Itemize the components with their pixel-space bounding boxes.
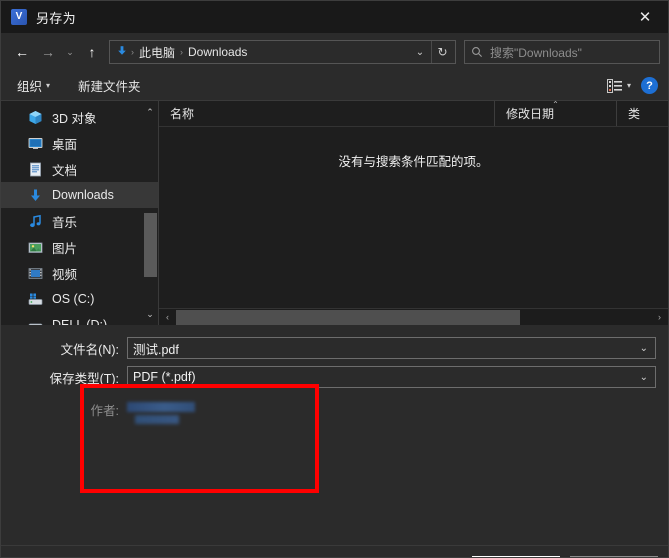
scroll-left-icon[interactable]: ‹ bbox=[159, 309, 176, 326]
sidebar-scrollbar-thumb[interactable] bbox=[144, 213, 157, 277]
organize-button[interactable]: 组织 ▾ bbox=[11, 74, 56, 97]
sidebar-item-desktop[interactable]: 桌面 bbox=[1, 130, 158, 156]
new-folder-button[interactable]: 新建文件夹 bbox=[72, 74, 147, 97]
scroll-right-icon[interactable]: › bbox=[651, 309, 668, 326]
filename-label: 文件名(N): bbox=[60, 342, 119, 357]
sidebar-item-label: 桌面 bbox=[52, 137, 78, 152]
sidebar-item-label: 3D 对象 bbox=[52, 111, 97, 126]
column-header-date-modified[interactable]: 修改日期 ⌃ bbox=[495, 101, 617, 126]
filename-row: 文件名(N): 测试.pdf ⌄ bbox=[1, 337, 668, 359]
filename-value: 测试.pdf bbox=[133, 342, 179, 357]
back-button[interactable]: ← bbox=[9, 39, 35, 65]
horizontal-scroll-thumb[interactable] bbox=[176, 309, 520, 325]
author-redacted-block bbox=[135, 415, 179, 424]
navigation-sidebar: 3D 对象 桌面 文档 Downloads 音乐 图片 视频 OS (C:) D… bbox=[1, 101, 158, 325]
organize-label: 组织 bbox=[17, 80, 43, 94]
visio-app-icon: V bbox=[11, 9, 27, 25]
pictures-icon bbox=[27, 239, 43, 255]
filetype-label: 保存类型(T): bbox=[49, 371, 119, 386]
chevron-down-icon: ▾ bbox=[46, 81, 51, 90]
column-header-type[interactable]: 类 bbox=[617, 101, 668, 126]
drive-icon bbox=[27, 317, 43, 325]
properties-left-column: 作者: bbox=[1, 395, 347, 545]
sidebar-item-pictures[interactable]: 图片 bbox=[1, 234, 158, 260]
address-bar[interactable]: › 此电脑 › Downloads ⌄ ↻ bbox=[109, 40, 456, 64]
chevron-down-icon[interactable]: ⌄ bbox=[409, 41, 431, 63]
sidebar-scroll-up-icon[interactable]: ⌃ bbox=[144, 105, 156, 119]
music-icon bbox=[27, 213, 43, 229]
recent-locations-icon[interactable]: ⌄ bbox=[61, 39, 79, 65]
breadcrumb-item-downloads[interactable]: Downloads bbox=[184, 45, 251, 59]
dialog-footer: ⌃ 隐藏文件夹 工具(L) ▾ 保存(S) 取消 ⠿ bbox=[1, 545, 668, 557]
help-icon[interactable]: ? bbox=[641, 77, 658, 94]
search-icon bbox=[471, 46, 483, 58]
view-dropdown-caret[interactable]: ▾ bbox=[627, 81, 631, 90]
sidebar-item-downloads[interactable]: Downloads bbox=[1, 182, 158, 208]
close-icon[interactable]: ✕ bbox=[622, 1, 668, 33]
sidebar-item-os-c[interactable]: OS (C:) bbox=[1, 286, 158, 312]
empty-list-message: 没有与搜索条件匹配的项。 bbox=[338, 155, 489, 169]
sidebar-item-label: Downloads bbox=[52, 188, 114, 202]
search-box[interactable]: 搜索"Downloads" bbox=[464, 40, 660, 64]
author-value[interactable] bbox=[127, 400, 195, 424]
sidebar-item-dell-d[interactable]: DELL (D:) bbox=[1, 312, 158, 325]
videos-icon bbox=[27, 265, 43, 281]
sidebar-item-3d-objects[interactable]: 3D 对象 bbox=[1, 104, 158, 130]
desktop-icon bbox=[27, 135, 43, 151]
save-form: 文件名(N): 测试.pdf ⌄ 保存类型(T): PDF (*.pdf) ⌄ … bbox=[1, 325, 668, 545]
filetype-row: 保存类型(T): PDF (*.pdf) ⌄ bbox=[1, 366, 668, 388]
sidebar-item-documents[interactable]: 文档 bbox=[1, 156, 158, 182]
downloads-folder-icon bbox=[114, 44, 130, 60]
sidebar-item-label: DELL (D:) bbox=[52, 318, 108, 325]
author-label: 作者: bbox=[90, 404, 119, 418]
author-redacted-block bbox=[127, 402, 195, 412]
properties-panel: 作者: bbox=[1, 395, 668, 545]
chevron-down-icon[interactable]: ⌄ bbox=[635, 372, 653, 383]
refresh-icon[interactable]: ↻ bbox=[431, 41, 453, 63]
column-header-label: 名称 bbox=[170, 107, 195, 121]
filetype-select[interactable]: PDF (*.pdf) ⌄ bbox=[127, 366, 656, 388]
search-input[interactable]: 搜索"Downloads" bbox=[490, 44, 582, 61]
author-row: 作者: bbox=[1, 400, 347, 424]
file-list-pane: 名称 修改日期 ⌃ 类 没有与搜索条件匹配的项。 ‹ › bbox=[158, 101, 668, 325]
filetype-value: PDF (*.pdf) bbox=[133, 370, 196, 384]
sort-ascending-icon: ⌃ bbox=[552, 101, 559, 109]
sidebar-scroll-down-icon[interactable]: ⌄ bbox=[144, 307, 156, 321]
column-header-label: 类 bbox=[628, 107, 641, 121]
sidebar-item-label: 图片 bbox=[52, 241, 78, 256]
3d-objects-icon bbox=[27, 109, 43, 125]
save-as-dialog: V 另存为 ✕ ← → ⌄ ↑ › 此电脑 › Downloads ⌄ ↻ 搜索… bbox=[0, 0, 669, 558]
drive-icon bbox=[27, 291, 43, 307]
sidebar-item-videos[interactable]: 视频 bbox=[1, 260, 158, 286]
file-list-horizontal-scrollbar[interactable]: ‹ › bbox=[159, 308, 668, 325]
horizontal-scroll-track[interactable] bbox=[176, 309, 651, 326]
forward-button[interactable]: → bbox=[35, 39, 61, 65]
documents-icon bbox=[27, 161, 43, 177]
window-title: 另存为 bbox=[36, 10, 76, 26]
file-list-header: 名称 修改日期 ⌃ 类 bbox=[159, 101, 668, 127]
breadcrumb-item-this-pc[interactable]: 此电脑 bbox=[135, 44, 179, 61]
sidebar-item-music[interactable]: 音乐 bbox=[1, 208, 158, 234]
browser-body: 3D 对象 桌面 文档 Downloads 音乐 图片 视频 OS (C:) D… bbox=[1, 101, 668, 325]
sidebar-item-label: OS (C:) bbox=[52, 292, 95, 306]
command-bar: 组织 ▾ 新建文件夹 ▾ ? bbox=[1, 71, 668, 101]
properties-right-column bbox=[347, 395, 668, 545]
up-button[interactable]: ↑ bbox=[79, 39, 105, 65]
sidebar-item-label: 视频 bbox=[52, 267, 78, 282]
chevron-down-icon[interactable]: ⌄ bbox=[635, 343, 653, 354]
sidebar-item-label: 音乐 bbox=[52, 215, 78, 230]
column-header-name[interactable]: 名称 bbox=[159, 101, 495, 126]
filename-input[interactable]: 测试.pdf ⌄ bbox=[127, 337, 656, 359]
downloads-icon bbox=[27, 187, 43, 203]
titlebar: V 另存为 ✕ bbox=[1, 1, 668, 33]
view-list-icon[interactable] bbox=[606, 78, 623, 93]
sidebar-item-label: 文档 bbox=[52, 163, 78, 178]
navigation-bar: ← → ⌄ ↑ › 此电脑 › Downloads ⌄ ↻ 搜索"Downloa… bbox=[1, 33, 668, 71]
column-header-label: 修改日期 bbox=[506, 107, 555, 121]
